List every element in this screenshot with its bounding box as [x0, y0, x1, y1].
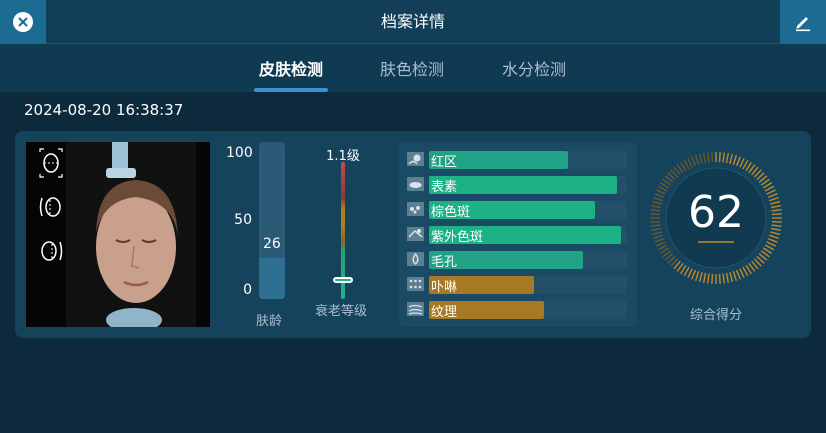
- face-right-view-icon[interactable]: [38, 236, 64, 266]
- gauge-tick: [767, 237, 778, 243]
- edit-button[interactable]: [780, 0, 826, 44]
- brown-spot-icon: [407, 202, 424, 216]
- gauge-tick: [742, 266, 749, 277]
- gauge-tick: [766, 241, 777, 247]
- gauge-tick: [711, 273, 714, 284]
- gauge-tick: [683, 266, 690, 277]
- aging-level-indicator: [333, 276, 353, 283]
- metric-label: 棕色斑: [431, 205, 471, 220]
- title-bar: 档案详情: [0, 0, 826, 44]
- skin-age-bar: [259, 142, 285, 299]
- gauge-tick: [732, 155, 738, 165]
- close-button[interactable]: [0, 0, 46, 44]
- metric-porphyrin[interactable]: 卟啉: [407, 275, 629, 295]
- age-scale-min: 0: [243, 282, 252, 298]
- close-icon: [13, 12, 33, 32]
- record-datetime: 2024-08-20 16:38:37: [24, 101, 184, 119]
- metric-label: 红区: [431, 155, 458, 170]
- face-left-view-icon[interactable]: [38, 192, 64, 222]
- metric-texture[interactable]: 纹理: [407, 300, 629, 320]
- gauge-tick: [691, 156, 697, 167]
- face-front-view-icon[interactable]: [38, 148, 64, 178]
- aging-level-caption: 衰老等级: [315, 304, 368, 319]
- metric-pore[interactable]: 毛孔: [407, 250, 629, 270]
- gauge-tick: [739, 268, 745, 279]
- gauge-tick: [735, 156, 741, 167]
- pencil-icon: [796, 17, 810, 32]
- gauge-tick: [702, 272, 707, 283]
- age-scale-max: 100: [226, 145, 253, 161]
- gauge-tick: [729, 153, 734, 164]
- metric-label: 纹理: [431, 305, 458, 320]
- overall-score: 62: [688, 187, 744, 238]
- gauge-tick: [718, 152, 721, 163]
- metric-brown-spot[interactable]: 棕色斑: [407, 200, 629, 220]
- gauge-tick: [732, 271, 738, 281]
- skin-age-fill: [259, 258, 285, 299]
- gauge-tick: [654, 237, 665, 243]
- skin-metrics-list: 红区 表素 棕色斑 紫外色斑 毛孔 卟啉 纹理: [399, 142, 637, 327]
- gauge-tick: [702, 153, 707, 164]
- tab-moisture-test[interactable]: 水分检测: [496, 56, 572, 92]
- gauge-tick: [687, 268, 693, 279]
- gauge-tick: [683, 159, 690, 170]
- page-title: 档案详情: [380, 12, 445, 31]
- porphyrin-icon: [407, 277, 424, 291]
- texture-icon: [407, 302, 424, 316]
- gauge-tick: [655, 241, 666, 247]
- age-scale-mid: 50: [234, 212, 252, 228]
- metric-label: 卟啉: [431, 280, 458, 295]
- gauge-tick: [729, 272, 734, 283]
- gauge-tick: [722, 273, 725, 284]
- gauge-tick: [739, 157, 745, 168]
- gauge-tick: [718, 273, 721, 284]
- tab-skin-color-test[interactable]: 肤色检测: [374, 56, 450, 92]
- view-angle-icons: [38, 148, 64, 280]
- tab-bar: 皮肤检测 肤色检测 水分检测: [0, 44, 826, 92]
- gauge-tick: [698, 272, 703, 283]
- metric-label: 毛孔: [431, 255, 458, 270]
- overall-score-caption: 综合得分: [689, 308, 742, 323]
- red-area-icon: [407, 152, 424, 166]
- gauge-tick: [742, 159, 749, 170]
- gauge-tick: [694, 155, 700, 165]
- uv-spot-icon: [407, 227, 424, 241]
- gauge-tick: [691, 269, 697, 280]
- gauge-tick: [725, 153, 730, 164]
- metric-fill: [429, 176, 618, 194]
- skin-age-value: 26: [263, 236, 281, 252]
- gauge-tick: [657, 244, 668, 251]
- metric-surface[interactable]: 表素: [407, 175, 629, 195]
- surface-icon: [407, 177, 424, 191]
- gauge-tick: [707, 152, 710, 163]
- pore-icon: [407, 252, 424, 266]
- gauge-tick: [698, 153, 703, 164]
- gauge-tick: [735, 269, 741, 280]
- gauge-tick: [707, 273, 710, 284]
- skin-age-caption: 肤龄: [256, 314, 283, 329]
- face-photo[interactable]: [26, 142, 210, 327]
- gauge-tick: [694, 271, 700, 281]
- metric-label: 表素: [431, 180, 458, 195]
- metric-uv-spot[interactable]: 紫外色斑: [407, 225, 629, 245]
- metric-red-area[interactable]: 红区: [407, 150, 629, 170]
- metric-label: 紫外色斑: [431, 230, 484, 245]
- tab-skin-test[interactable]: 皮肤检测: [254, 56, 328, 92]
- gauge-tick: [711, 152, 714, 163]
- gauge-tick: [725, 272, 730, 283]
- gauge-tick: [722, 152, 725, 163]
- gauge-tick: [764, 244, 775, 251]
- gauge-tick: [687, 157, 693, 168]
